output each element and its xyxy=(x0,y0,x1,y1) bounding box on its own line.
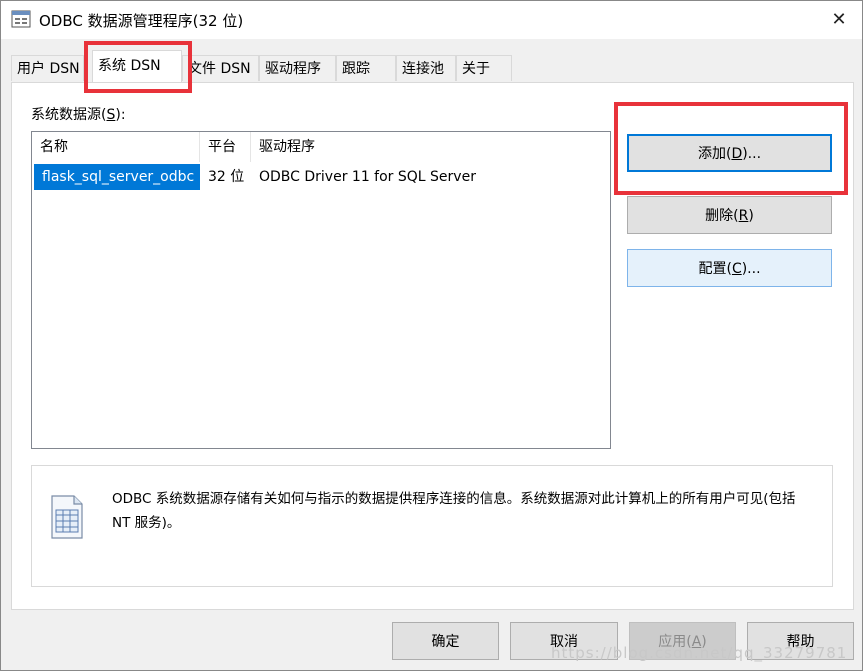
column-header-driver[interactable]: 驱动程序 xyxy=(251,132,610,162)
data-source-list[interactable]: 名称 平台 驱动程序 flask_sql_server_odbc 32 位 OD… xyxy=(31,131,611,449)
row-name: flask_sql_server_odbc xyxy=(34,164,200,190)
odbc-app-icon xyxy=(11,10,31,28)
remove-button[interactable]: 删除(R) xyxy=(627,196,832,234)
info-description: ODBC 系统数据源存储有关如何与指示的数据提供程序连接的信息。系统数据源对此计… xyxy=(112,491,796,531)
system-data-sources-label: 系统数据源(S): xyxy=(31,107,126,123)
row-driver: ODBC Driver 11 for SQL Server xyxy=(259,169,476,185)
tab-user-dsn[interactable]: 用户 DSN xyxy=(11,55,84,81)
row-platform: 32 位 xyxy=(208,169,245,185)
odbc-dialog: ODBC 数据源管理程序(32 位) ✕ 用户 DSN 系统 DSN 文件 DS… xyxy=(0,0,863,671)
list-item[interactable]: flask_sql_server_odbc 32 位 ODBC Driver 1… xyxy=(32,164,610,190)
column-header-name[interactable]: 名称 xyxy=(32,132,200,162)
tab-tracing[interactable]: 跟踪 xyxy=(336,55,396,81)
tab-drivers[interactable]: 驱动程序 xyxy=(259,55,336,81)
list-header: 名称 平台 驱动程序 xyxy=(32,132,610,162)
close-button[interactable]: ✕ xyxy=(816,1,862,39)
tab-file-dsn[interactable]: 文件 DSN xyxy=(182,55,259,81)
info-box: ODBC 系统数据源存储有关如何与指示的数据提供程序连接的信息。系统数据源对此计… xyxy=(31,465,833,587)
annotation-highlight-tab xyxy=(84,41,192,93)
window-title: ODBC 数据源管理程序(32 位) xyxy=(39,12,244,30)
configure-button[interactable]: 配置(C)... xyxy=(627,249,832,287)
watermark-text: https://blog.csdn.net/qq_33279781 xyxy=(551,644,848,662)
ok-button[interactable]: 确定 xyxy=(392,622,499,660)
column-header-platform[interactable]: 平台 xyxy=(200,132,251,162)
data-source-icon xyxy=(51,495,83,539)
tab-connection-pooling[interactable]: 连接池 xyxy=(396,55,456,81)
annotation-highlight-add xyxy=(614,102,848,195)
title-bar: ODBC 数据源管理程序(32 位) ✕ xyxy=(1,1,862,39)
tab-about[interactable]: 关于 xyxy=(456,55,512,81)
